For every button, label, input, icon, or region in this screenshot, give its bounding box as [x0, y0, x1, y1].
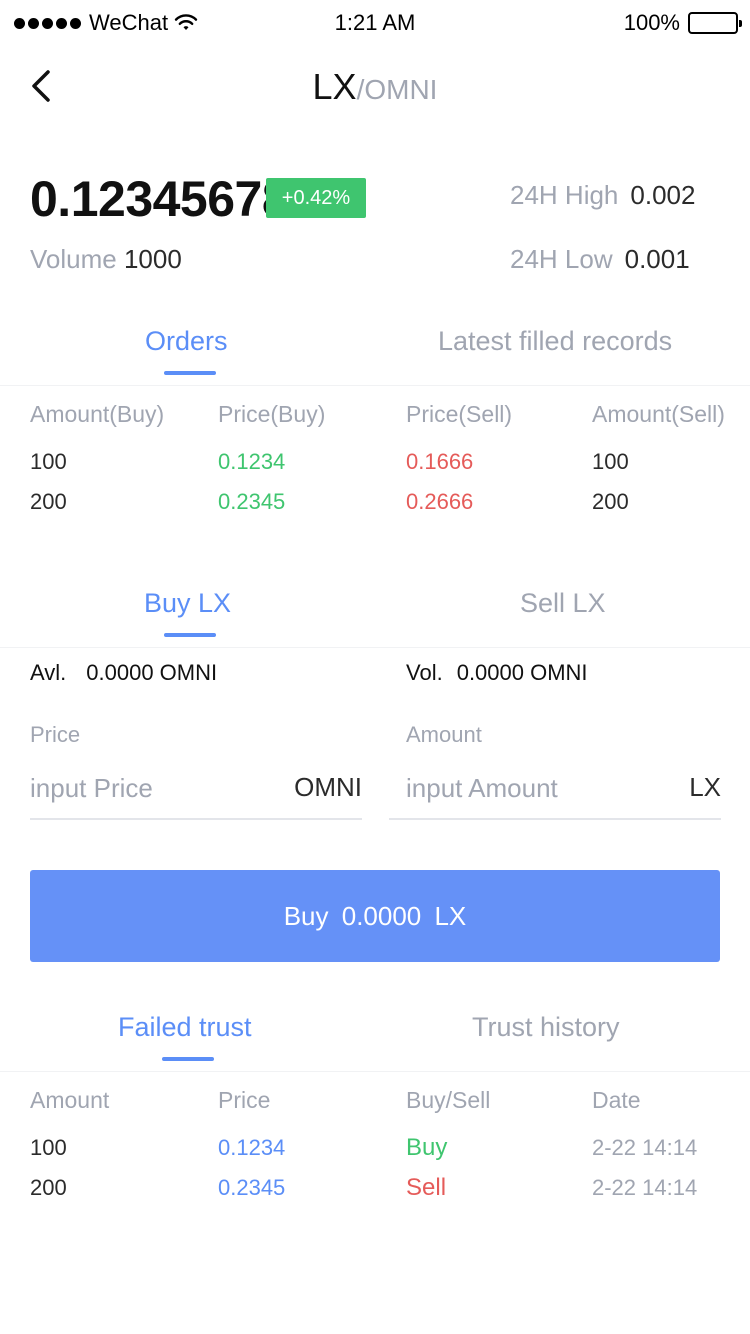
stat-volume-value: 1000: [123, 244, 182, 274]
sell-price: 0.1666: [406, 449, 474, 474]
volume-label: Vol.: [406, 660, 443, 685]
col-price-sell: Price(Sell): [406, 401, 513, 427]
buy-button[interactable]: Buy 0.0000 LX: [30, 870, 720, 962]
col-amount-buy: Amount(Buy): [30, 401, 165, 427]
status-bar: WeChat 1:21 AM 100%: [0, 0, 750, 44]
amount-field: LX: [389, 760, 721, 820]
battery-icon: [688, 12, 742, 34]
stat-volume: Volume 1000: [30, 244, 182, 275]
buy-amount: 100: [30, 449, 67, 474]
stat-24h-low: 24H Low 0.001: [510, 244, 690, 275]
price-field: OMNI: [30, 760, 362, 820]
price-field-label: Price: [30, 722, 81, 747]
sell-price: 0.2666: [406, 489, 474, 514]
buy-price: 0.2345: [218, 489, 286, 514]
stat-24h-high: 24H High 0.002: [510, 180, 695, 211]
stat-24h-high-value: 0.002: [630, 180, 696, 210]
table-header: Amount(Buy) Price(Buy) Price(Sell) Amoun…: [0, 394, 750, 434]
table-row[interactable]: 200 0.2345 Sell 2-22 14:14: [0, 1168, 750, 1208]
amount-input[interactable]: [406, 768, 636, 808]
col-amount-sell: Amount(Sell): [592, 401, 725, 427]
book-tabs: Orders Latest filled records: [0, 326, 750, 386]
col-price: Price: [218, 1087, 271, 1113]
status-right: 100%: [623, 10, 742, 36]
trust-amount: 100: [30, 1135, 67, 1160]
order-book: Amount(Buy) Price(Buy) Price(Sell) Amoun…: [0, 394, 750, 522]
page-title: LX/OMNI: [0, 66, 750, 108]
tab-indicator: [164, 633, 216, 637]
col-date: Date: [592, 1087, 641, 1113]
pair-quote: /OMNI: [356, 74, 438, 105]
battery-percent: 100%: [623, 10, 680, 35]
table-row[interactable]: 200 0.2345 0.2666 200: [0, 482, 750, 522]
stat-24h-high-label: 24H High: [510, 180, 619, 210]
price-unit: OMNI: [294, 772, 362, 802]
table-row[interactable]: 100 0.1234 0.1666 100: [0, 442, 750, 482]
tab-sell-lx[interactable]: Sell LX: [520, 588, 606, 619]
table-header: Amount Price Buy/Sell Date: [0, 1080, 750, 1120]
tab-failed-trust[interactable]: Failed trust: [118, 1012, 252, 1043]
col-price-buy: Price(Buy): [218, 401, 326, 427]
buy-price: 0.1234: [218, 449, 286, 474]
trust-side: Sell: [406, 1174, 447, 1201]
amount-field-label: Amount: [406, 722, 482, 747]
trust-price: 0.1234: [218, 1135, 286, 1160]
tab-trust-history[interactable]: Trust history: [472, 1012, 620, 1043]
last-price: 0.12345678: [30, 171, 290, 227]
table-row[interactable]: 100 0.1234 Buy 2-22 14:14: [0, 1128, 750, 1168]
amount-unit: LX: [689, 772, 721, 802]
trade-tabs: Buy LX Sell LX: [0, 588, 750, 648]
available-label: Avl.: [30, 660, 67, 685]
col-buy-sell: Buy/Sell: [406, 1087, 491, 1113]
trust-date: 2-22 14:14: [592, 1175, 698, 1200]
trust-tabs: Failed trust Trust history: [0, 1012, 750, 1072]
available-balance: Avl. 0.0000 OMNI: [30, 660, 217, 686]
available-value: 0.0000 OMNI: [86, 660, 218, 685]
trust-date: 2-22 14:14: [592, 1135, 698, 1160]
col-amount: Amount: [30, 1087, 110, 1113]
tab-latest-filled-records[interactable]: Latest filled records: [438, 326, 672, 357]
tab-orders[interactable]: Orders: [145, 326, 228, 357]
buy-amount: 200: [30, 489, 67, 514]
trust-table: Amount Price Buy/Sell Date 100 0.1234 Bu…: [0, 1080, 750, 1208]
stat-24h-low-value: 0.001: [624, 244, 690, 274]
volume-balance: Vol. 0.0000 OMNI: [406, 660, 588, 686]
sell-amount: 200: [592, 489, 629, 514]
change-badge: +0.42%: [266, 178, 366, 218]
price-input[interactable]: [30, 768, 260, 808]
sell-amount: 100: [592, 449, 629, 474]
stat-volume-label: Volume: [30, 244, 117, 274]
stat-24h-low-label: 24H Low: [510, 244, 613, 274]
tab-indicator: [162, 1057, 214, 1061]
tab-buy-lx[interactable]: Buy LX: [144, 588, 231, 619]
tab-indicator: [164, 371, 216, 375]
trust-amount: 200: [30, 1175, 67, 1200]
nav-bar: LX/OMNI: [0, 44, 750, 132]
volume-value: 0.0000 OMNI: [456, 660, 588, 685]
trust-price: 0.2345: [218, 1175, 286, 1200]
trust-side: Buy: [406, 1134, 448, 1161]
pair-base: LX: [312, 66, 357, 107]
